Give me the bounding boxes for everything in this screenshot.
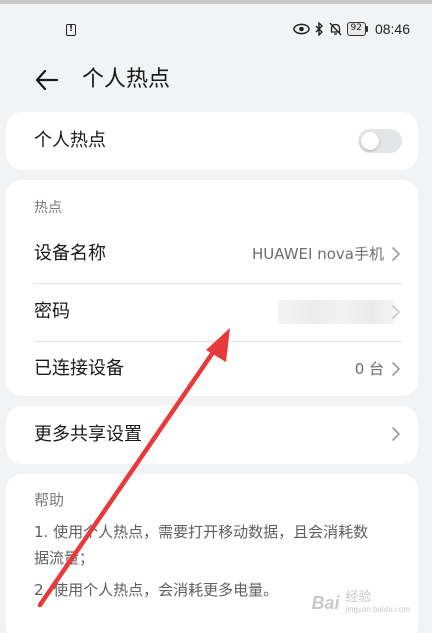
- status-icons: 92 08:46: [292, 21, 410, 37]
- chevron-right-icon: [392, 247, 400, 261]
- more-sharing-settings-card[interactable]: 更多共享设置: [6, 406, 418, 464]
- watermark-logo: Bai: [311, 592, 340, 613]
- battery-icon: 92: [346, 22, 368, 36]
- toggle-knob: [361, 132, 379, 150]
- title-bar: 个人热点: [0, 52, 432, 108]
- battery-level: 92: [346, 22, 366, 36]
- device-name-row[interactable]: 设备名称 HUAWEI nova手机: [6, 226, 418, 283]
- arrow-left-icon[interactable]: [34, 67, 60, 93]
- more-sharing-settings-label: 更多共享设置: [34, 424, 142, 445]
- hotspot-toggle-card: 个人热点: [6, 112, 418, 170]
- connected-devices-value: 0 台: [354, 360, 384, 378]
- page-title: 个人热点: [82, 67, 171, 92]
- eye-icon: [292, 23, 310, 35]
- connected-devices-label: 已连接设备: [34, 358, 124, 379]
- password-value-blurred: [278, 300, 396, 324]
- hotspot-settings-card: 热点 设备名称 HUAWEI nova手机 密码 已连接设备 0 台: [6, 180, 418, 396]
- chevron-right-icon: [392, 305, 400, 319]
- password-row[interactable]: 密码: [6, 284, 418, 341]
- hotspot-toggle-switch[interactable]: [358, 129, 402, 153]
- bluetooth-icon: [315, 22, 323, 36]
- watermark-sub: jingyan.baidu.com: [345, 605, 410, 614]
- alert-icon: !: [66, 24, 76, 36]
- chevron-right-icon: [392, 362, 400, 376]
- bell-off-icon: [329, 22, 341, 36]
- help-title: 帮助: [34, 491, 65, 509]
- help-line: 1. 使用个人热点，需要打开移动数据，且会消耗数: [34, 523, 369, 541]
- password-label: 密码: [34, 301, 70, 322]
- chevron-right-icon: [392, 427, 400, 441]
- device-name-value: HUAWEI nova手机: [252, 245, 384, 263]
- connected-devices-row[interactable]: 已连接设备 0 台: [6, 341, 418, 398]
- watermark-text: 经验: [345, 590, 372, 605]
- baidu-watermark: Bai 经验 jingyan.baidu.com: [312, 591, 411, 615]
- help-line: 据流量；: [34, 549, 95, 567]
- status-bar: ! 92 08:46: [0, 4, 432, 52]
- hotspot-toggle-label: 个人热点: [34, 130, 106, 151]
- status-time: 08:46: [374, 21, 410, 37]
- device-name-label: 设备名称: [34, 243, 106, 264]
- section-label-hotspot: 热点: [34, 200, 62, 216]
